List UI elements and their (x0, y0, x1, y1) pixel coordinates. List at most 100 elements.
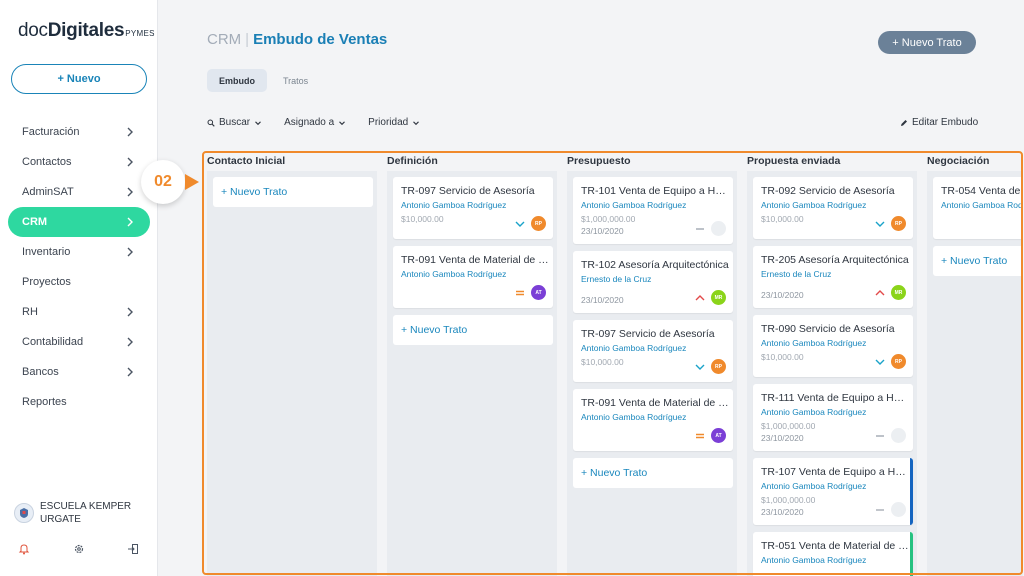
step-badge: 02 (141, 160, 185, 204)
assignee-avatar[interactable] (891, 428, 906, 443)
sidebar-item-contactos[interactable]: Contactos (0, 147, 158, 177)
breadcrumb-separator: | (245, 31, 250, 48)
deal-card[interactable]: TR-111 Venta de Equipo a Hospital Antonio… (753, 384, 913, 451)
deal-date: 23/10/2020 (581, 226, 624, 236)
pipeline-column: Propuesta enviada TR-092 Servicio de Ases… (743, 151, 917, 576)
priority-none-icon (876, 509, 884, 511)
add-deal-button[interactable]: + Nuevo Trato (213, 177, 373, 207)
logo-doc: doc (18, 20, 48, 41)
deal-client[interactable]: Ernesto de la Cruz (761, 269, 831, 279)
sidebar-item-adminsat[interactable]: AdminSAT (0, 177, 158, 207)
chevron-right-icon (127, 247, 133, 257)
column-body: TR-101 Venta de Equipo a Hospital Antonio… (567, 171, 737, 576)
deal-title: TR-111 Venta de Equipo a Hospital (761, 392, 909, 404)
sidebar-item-inventario[interactable]: Inventario (0, 237, 158, 267)
deal-card[interactable]: TR-091 Venta de Material de Construcción… (393, 246, 553, 308)
brand-logo[interactable]: docDigitalesPYMES (18, 20, 155, 42)
assignee-avatar[interactable] (711, 221, 726, 236)
chevron-right-icon (127, 187, 133, 197)
deal-title: TR-097 Servicio de Asesoría (581, 328, 715, 340)
deal-client[interactable]: Antonio Gamboa Rodríguez (761, 555, 866, 565)
assigned-filter[interactable]: Asignado a (284, 117, 346, 128)
deal-client[interactable]: Antonio Gamboa Rodríguez (581, 412, 686, 422)
deal-client[interactable]: Antonio Gamboa Rodríguez (761, 200, 866, 210)
deal-client[interactable]: Antonio Gamboa Rodríguez (761, 338, 866, 348)
tab-tratos[interactable]: Tratos (271, 69, 320, 92)
sidebar-item-proyectos[interactable]: Proyectos (0, 267, 158, 297)
edit-pipeline-label: Editar Embudo (912, 117, 979, 128)
deal-card[interactable]: TR-051 Venta de Material de Construcción… (753, 532, 913, 576)
assignee-avatar[interactable]: RP (531, 216, 546, 231)
sidebar-item-contabilidad[interactable]: Contabilidad (0, 327, 158, 357)
tab-embudo[interactable]: Embudo (207, 69, 267, 92)
bell-icon[interactable] (18, 542, 32, 556)
assignee-avatar[interactable]: MR (711, 290, 726, 305)
sidebar: docDigitalesPYMES + Nuevo Facturación Con… (0, 0, 158, 576)
assignee-avatar[interactable] (891, 502, 906, 517)
sidebar-item-rh[interactable]: RH (0, 297, 158, 327)
deal-client[interactable]: Antonio Gamboa Rodríguez (761, 407, 866, 417)
add-deal-button[interactable]: + Nuevo Trato (573, 458, 733, 488)
gear-icon[interactable] (73, 542, 87, 556)
assignee-avatar[interactable]: AT (531, 285, 546, 300)
assignee-avatar[interactable] (891, 571, 906, 576)
logout-icon[interactable] (127, 542, 141, 556)
column-title: Contacto Inicial (207, 155, 286, 167)
deal-client[interactable]: Ernesto de la Cruz (581, 274, 651, 284)
deal-client[interactable]: Antonio Gamboa Rodríguez (401, 200, 506, 210)
deal-amount: $1,000,000.00 (581, 214, 636, 224)
deal-title: TR-090 Servicio de Asesoría (761, 323, 895, 335)
search-filter[interactable]: Buscar (207, 117, 262, 128)
priority-filter[interactable]: Prioridad (368, 117, 420, 128)
priority-label: Prioridad (368, 117, 409, 128)
deal-card[interactable]: TR-102 Asesoría Arquitectónica Ernesto de… (573, 251, 733, 313)
organization[interactable]: ESCUELA KEMPER URGATE (14, 500, 150, 526)
card-color-bar (910, 532, 913, 576)
assignee-avatar[interactable]: RP (711, 359, 726, 374)
deal-card[interactable]: TR-101 Venta de Equipo a Hospital Antonio… (573, 177, 733, 244)
priority-high-icon (875, 290, 885, 296)
new-button[interactable]: + Nuevo (11, 64, 147, 94)
deal-card[interactable]: TR-054 Venta de Material de Construcción… (933, 177, 1023, 239)
column-title: Propuesta enviada (747, 155, 841, 167)
deal-client[interactable]: Antonio Gamboa Rodríguez (581, 343, 686, 353)
deal-card[interactable]: TR-107 Venta de Equipo a Hospital Antonio… (753, 458, 913, 525)
add-deal-button[interactable]: + Nuevo Trato (393, 315, 553, 345)
sidebar-item-crm[interactable]: CRM (8, 207, 150, 237)
add-deal-button[interactable]: + Nuevo Trato (933, 246, 1023, 276)
priority-medium-icon (516, 290, 524, 296)
breadcrumb-crm[interactable]: CRM (207, 31, 241, 48)
deal-card[interactable]: TR-090 Servicio de Asesoría Antonio Gambo… (753, 315, 913, 377)
deal-card[interactable]: TR-097 Servicio de Asesoría Antonio Gambo… (393, 177, 553, 239)
deal-card[interactable]: TR-205 Asesoría Arquitectónica Ernesto de… (753, 246, 913, 308)
deal-card[interactable]: TR-092 Servicio de Asesoría Antonio Gambo… (753, 177, 913, 239)
new-deal-button[interactable]: + Nuevo Trato (878, 31, 976, 54)
assignee-avatar[interactable]: AT (711, 428, 726, 443)
deal-client[interactable]: Antonio Gamboa Rodríguez (581, 200, 686, 210)
assignee-avatar[interactable]: RP (891, 354, 906, 369)
sidebar-item-label: Proyectos (22, 276, 71, 288)
priority-low-icon (515, 221, 525, 227)
priority-high-icon (695, 295, 705, 301)
pencil-icon (901, 119, 907, 126)
sidebar-item-reportes[interactable]: Reportes (0, 387, 158, 417)
deal-title: TR-107 Venta de Equipo a Hospital (761, 466, 909, 478)
deal-client[interactable]: Antonio Gamboa Rodríguez (941, 200, 1023, 210)
deal-client[interactable]: Antonio Gamboa Rodríguez (761, 481, 866, 491)
kanban-board: Contacto Inicial + Nuevo Trato Definición T… (203, 151, 1023, 576)
deal-card[interactable]: TR-091 Venta de Material de Construcción… (573, 389, 733, 451)
deal-card[interactable]: TR-097 Servicio de Asesoría Antonio Gambo… (573, 320, 733, 382)
column-body: TR-054 Venta de Material de Construcción… (927, 171, 1023, 576)
sidebar-item-facturaci-n[interactable]: Facturación (0, 117, 158, 147)
sidebar-item-label: Reportes (22, 396, 67, 408)
deal-client[interactable]: Antonio Gamboa Rodríguez (401, 269, 506, 279)
assignee-avatar[interactable]: MR (891, 285, 906, 300)
chevron-down-icon (255, 120, 262, 125)
step-arrow-icon (185, 174, 199, 190)
deal-title: TR-205 Asesoría Arquitectónica (761, 254, 909, 266)
edit-pipeline-button[interactable]: Editar Embudo (900, 117, 978, 128)
sidebar-item-bancos[interactable]: Bancos (0, 357, 158, 387)
assignee-avatar[interactable]: RP (891, 216, 906, 231)
priority-low-icon (875, 359, 885, 365)
sidebar-nav: Facturación Contactos AdminSAT CRM Inventari… (0, 117, 158, 417)
